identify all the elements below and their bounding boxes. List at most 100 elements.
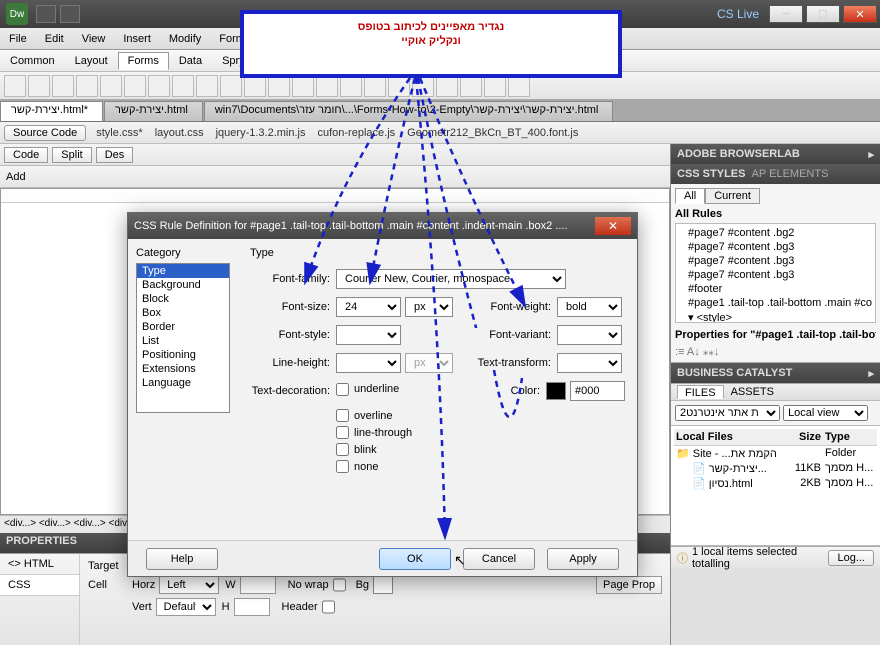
col-local[interactable]: Local Files	[676, 431, 785, 443]
w-input[interactable]	[240, 576, 276, 594]
rule-item[interactable]: #page7 #content .bg2	[678, 226, 873, 240]
prop-tab-css[interactable]: CSS	[0, 575, 79, 596]
font-weight-select[interactable]: bold	[557, 297, 622, 317]
log-button[interactable]: Log...	[828, 550, 874, 566]
business-catalyst-header[interactable]: BUSINESS CATALYST▸	[671, 363, 880, 383]
rel-file-3[interactable]: jquery-1.3.2.min.js	[216, 127, 306, 139]
cat-layout[interactable]: Layout	[65, 52, 118, 70]
bg-swatch[interactable]	[373, 576, 393, 594]
h-input[interactable]	[234, 598, 270, 616]
cat-background[interactable]: Background	[137, 278, 229, 292]
view-select[interactable]: Local view	[783, 405, 868, 421]
none-check[interactable]	[336, 460, 349, 473]
split-view-button[interactable]: Split	[52, 147, 91, 163]
font-variant-select[interactable]	[557, 325, 622, 345]
rule-item[interactable]: #page7 #content .bg3	[678, 254, 873, 268]
text-transform-select[interactable]	[557, 353, 622, 373]
source-code-button[interactable]: Source Code	[4, 125, 86, 141]
prop-tab-html[interactable]: <> HTML	[0, 554, 79, 575]
nowrap-check[interactable]	[333, 576, 346, 594]
menu-edit[interactable]: Edit	[36, 33, 73, 45]
css-tab-all[interactable]: All	[675, 188, 705, 204]
dialog-close-button[interactable]: ✕	[595, 217, 631, 235]
underline-check[interactable]	[336, 383, 349, 396]
linethrough-check[interactable]	[336, 426, 349, 439]
file-row-name[interactable]: 📄 נסיון.html	[676, 477, 785, 490]
overline-check[interactable]	[336, 409, 349, 422]
cat-border[interactable]: Border	[137, 320, 229, 334]
site-select[interactable]: ת אתר אינטרנט2	[675, 405, 780, 421]
rel-file-2[interactable]: layout.css	[155, 127, 204, 139]
form-icon[interactable]	[4, 75, 26, 97]
header-check[interactable]	[322, 598, 335, 616]
files-list[interactable]: Local Files Size Type 📁 Site - ...הקמת א…	[671, 426, 880, 546]
radio-icon[interactable]	[148, 75, 170, 97]
cancel-button[interactable]: Cancel	[463, 548, 535, 570]
doc-tab-2[interactable]: יצירת-קשר.html	[104, 101, 203, 121]
ok-button[interactable]: OK	[379, 548, 451, 570]
cat-positioning[interactable]: Positioning	[137, 348, 229, 362]
jump-icon[interactable]	[220, 75, 242, 97]
design-view-button[interactable]: Des	[96, 147, 134, 163]
col-type[interactable]: Type	[825, 431, 875, 443]
font-style-select[interactable]	[336, 325, 401, 345]
cat-list[interactable]: List	[137, 334, 229, 348]
assets-tab[interactable]: ASSETS	[724, 385, 781, 399]
font-size-select[interactable]: 24	[336, 297, 401, 317]
line-height-select[interactable]	[336, 353, 401, 373]
cat-block[interactable]: Block	[137, 292, 229, 306]
close-button[interactable]: ✕	[843, 5, 877, 23]
textarea-icon[interactable]	[76, 75, 98, 97]
workspace-button[interactable]	[36, 5, 56, 23]
menu-insert[interactable]: Insert	[114, 33, 160, 45]
hidden-icon[interactable]	[52, 75, 74, 97]
dialog-titlebar[interactable]: CSS Rule Definition for #page1 .tail-top…	[128, 213, 637, 239]
page-properties-button[interactable]: Page Prop	[596, 576, 662, 594]
rule-item[interactable]: #page7 #content .bg3	[678, 240, 873, 254]
horz-select[interactable]: Left	[159, 576, 219, 594]
menu-view[interactable]: View	[73, 33, 115, 45]
cslive-link[interactable]: CS Live	[717, 7, 759, 21]
doc-tab-3[interactable]: win7\Documents\חומר עזר\...\Forms-How-to…	[204, 101, 614, 121]
minimize-button[interactable]: ─	[769, 5, 803, 23]
code-view-button[interactable]: Code	[4, 147, 48, 163]
layout-button[interactable]	[60, 5, 80, 23]
color-input[interactable]	[570, 381, 625, 401]
rule-item[interactable]: #footer	[678, 282, 873, 296]
rel-file-5[interactable]: Geometr212_BkCn_BT_400.font.js	[407, 127, 578, 139]
menu-modify[interactable]: Modify	[160, 33, 210, 45]
color-swatch[interactable]	[546, 382, 566, 400]
cat-type[interactable]: Type	[137, 264, 229, 278]
doc-tab-1[interactable]: יצירת-קשר.html*	[0, 101, 103, 121]
vert-select[interactable]: Default	[156, 598, 216, 616]
checkboxgroup-icon[interactable]	[124, 75, 146, 97]
css-rules-list[interactable]: #page7 #content .bg2 #page7 #content .bg…	[675, 223, 876, 323]
cat-box[interactable]: Box	[137, 306, 229, 320]
cat-extensions[interactable]: Extensions	[137, 362, 229, 376]
maximize-button[interactable]: ☐	[806, 5, 840, 23]
file-row-name[interactable]: 📁 Site - ...הקמת את	[676, 447, 785, 460]
cat-language[interactable]: Language	[137, 376, 229, 390]
textfield-icon[interactable]	[28, 75, 50, 97]
select-icon[interactable]	[196, 75, 218, 97]
checkbox-icon[interactable]	[100, 75, 122, 97]
css-styles-header[interactable]: CSS STYLES AP ELEMENTS	[671, 164, 880, 184]
css-tab-current[interactable]: Current	[705, 188, 760, 204]
files-tab[interactable]: FILES	[677, 385, 724, 399]
file-row-name[interactable]: 📄 יצירת-קשר...	[676, 462, 785, 475]
cat-data[interactable]: Data	[169, 52, 212, 70]
font-size-unit-select[interactable]: px	[405, 297, 453, 317]
cat-common[interactable]: Common	[0, 52, 65, 70]
rule-item[interactable]: #page7 #content .bg3	[678, 268, 873, 282]
rel-file-4[interactable]: cufon-replace.js	[317, 127, 395, 139]
blink-check[interactable]	[336, 443, 349, 456]
rel-file-1[interactable]: style.css*	[96, 127, 142, 139]
col-size[interactable]: Size	[785, 431, 825, 443]
line-height-unit-select[interactable]: px	[405, 353, 453, 373]
rule-item[interactable]: ▾ <style>	[678, 310, 873, 323]
menu-file[interactable]: File	[0, 33, 36, 45]
category-list[interactable]: Type Background Block Box Border List Po…	[136, 263, 230, 413]
apply-button[interactable]: Apply	[547, 548, 619, 570]
rule-item[interactable]: #page1 .tail-top .tail-bottom .main #co	[678, 296, 873, 310]
cat-forms[interactable]: Forms	[118, 52, 169, 70]
